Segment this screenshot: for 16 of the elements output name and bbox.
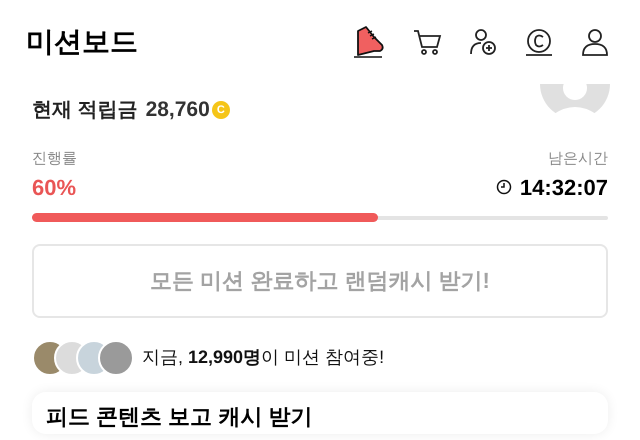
balance-label: 현재 적립금 <box>32 98 138 123</box>
page-title: 미션보드 <box>26 25 138 59</box>
remaining-time: 14:32:07 <box>520 174 608 202</box>
participants-text: 지금, 12,990명이 미션 참여중! <box>142 346 384 369</box>
cart-icon[interactable] <box>412 27 442 57</box>
add-user-icon[interactable] <box>468 27 498 57</box>
user-icon[interactable] <box>580 27 610 57</box>
balance-amount: 28,760 <box>146 97 210 124</box>
sneaker-icon[interactable] <box>352 25 386 59</box>
progress-label: 진행률 <box>32 149 77 169</box>
progress-percent: 60% <box>32 174 77 202</box>
coin-badge: C <box>212 101 230 119</box>
mission-title: 피드 콘텐츠 보고 캐시 받기 <box>46 404 312 428</box>
remaining-time-label: 남은시간 <box>548 149 608 169</box>
coin-icon[interactable] <box>524 27 554 57</box>
clock-icon <box>496 179 512 195</box>
